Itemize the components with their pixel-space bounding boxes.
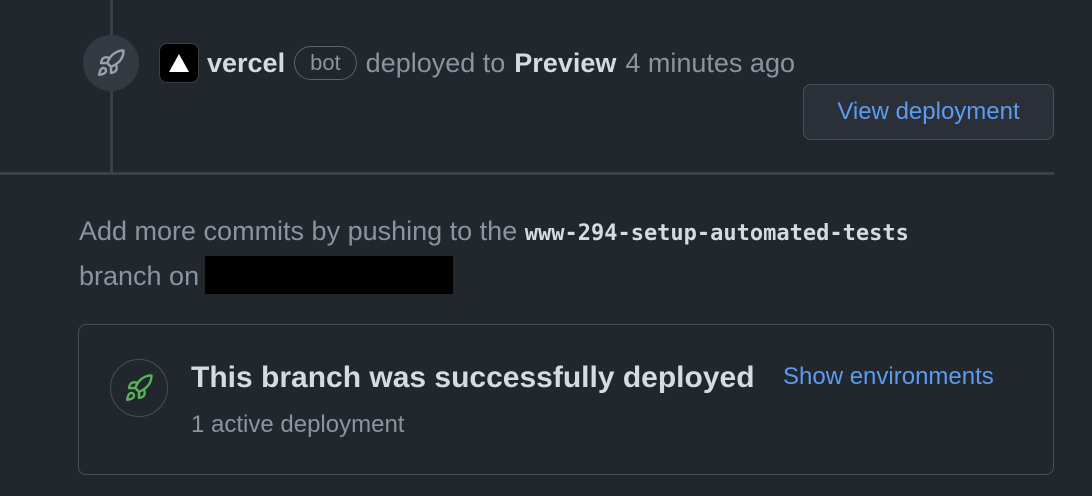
push-hint-prefix: Add more commits by pushing to the — [79, 216, 518, 246]
branch-name: www-294-setup-automated-tests — [524, 221, 909, 246]
push-hint-suffix: branch on — [79, 261, 200, 291]
view-deployment-button[interactable]: View deployment — [803, 84, 1054, 140]
rocket-icon — [110, 359, 168, 417]
deployment-status-box: This branch was successfully deployed Sh… — [78, 324, 1054, 475]
event-action-text: deployed to — [365, 47, 506, 78]
event-timestamp[interactable]: 4 minutes ago — [625, 48, 795, 79]
push-hint: Add more commits by pushing to the www-2… — [79, 210, 1039, 297]
deployment-event: vercel bot deployed to Preview 4 minutes… — [159, 42, 795, 84]
active-deployment-count: 1 active deployment — [191, 411, 405, 438]
show-environments-link[interactable]: Show environments — [783, 363, 994, 391]
timeline-separator — [0, 172, 1054, 175]
redacted-repository-name — [205, 255, 454, 294]
deployment-status-title: This branch was successfully deployed — [191, 361, 755, 394]
environment-name: Preview — [514, 47, 617, 78]
vercel-triangle-icon[interactable] — [159, 43, 199, 83]
bot-badge: bot — [294, 46, 357, 80]
actor-name[interactable]: vercel — [207, 48, 285, 79]
rocket-icon — [83, 35, 139, 91]
